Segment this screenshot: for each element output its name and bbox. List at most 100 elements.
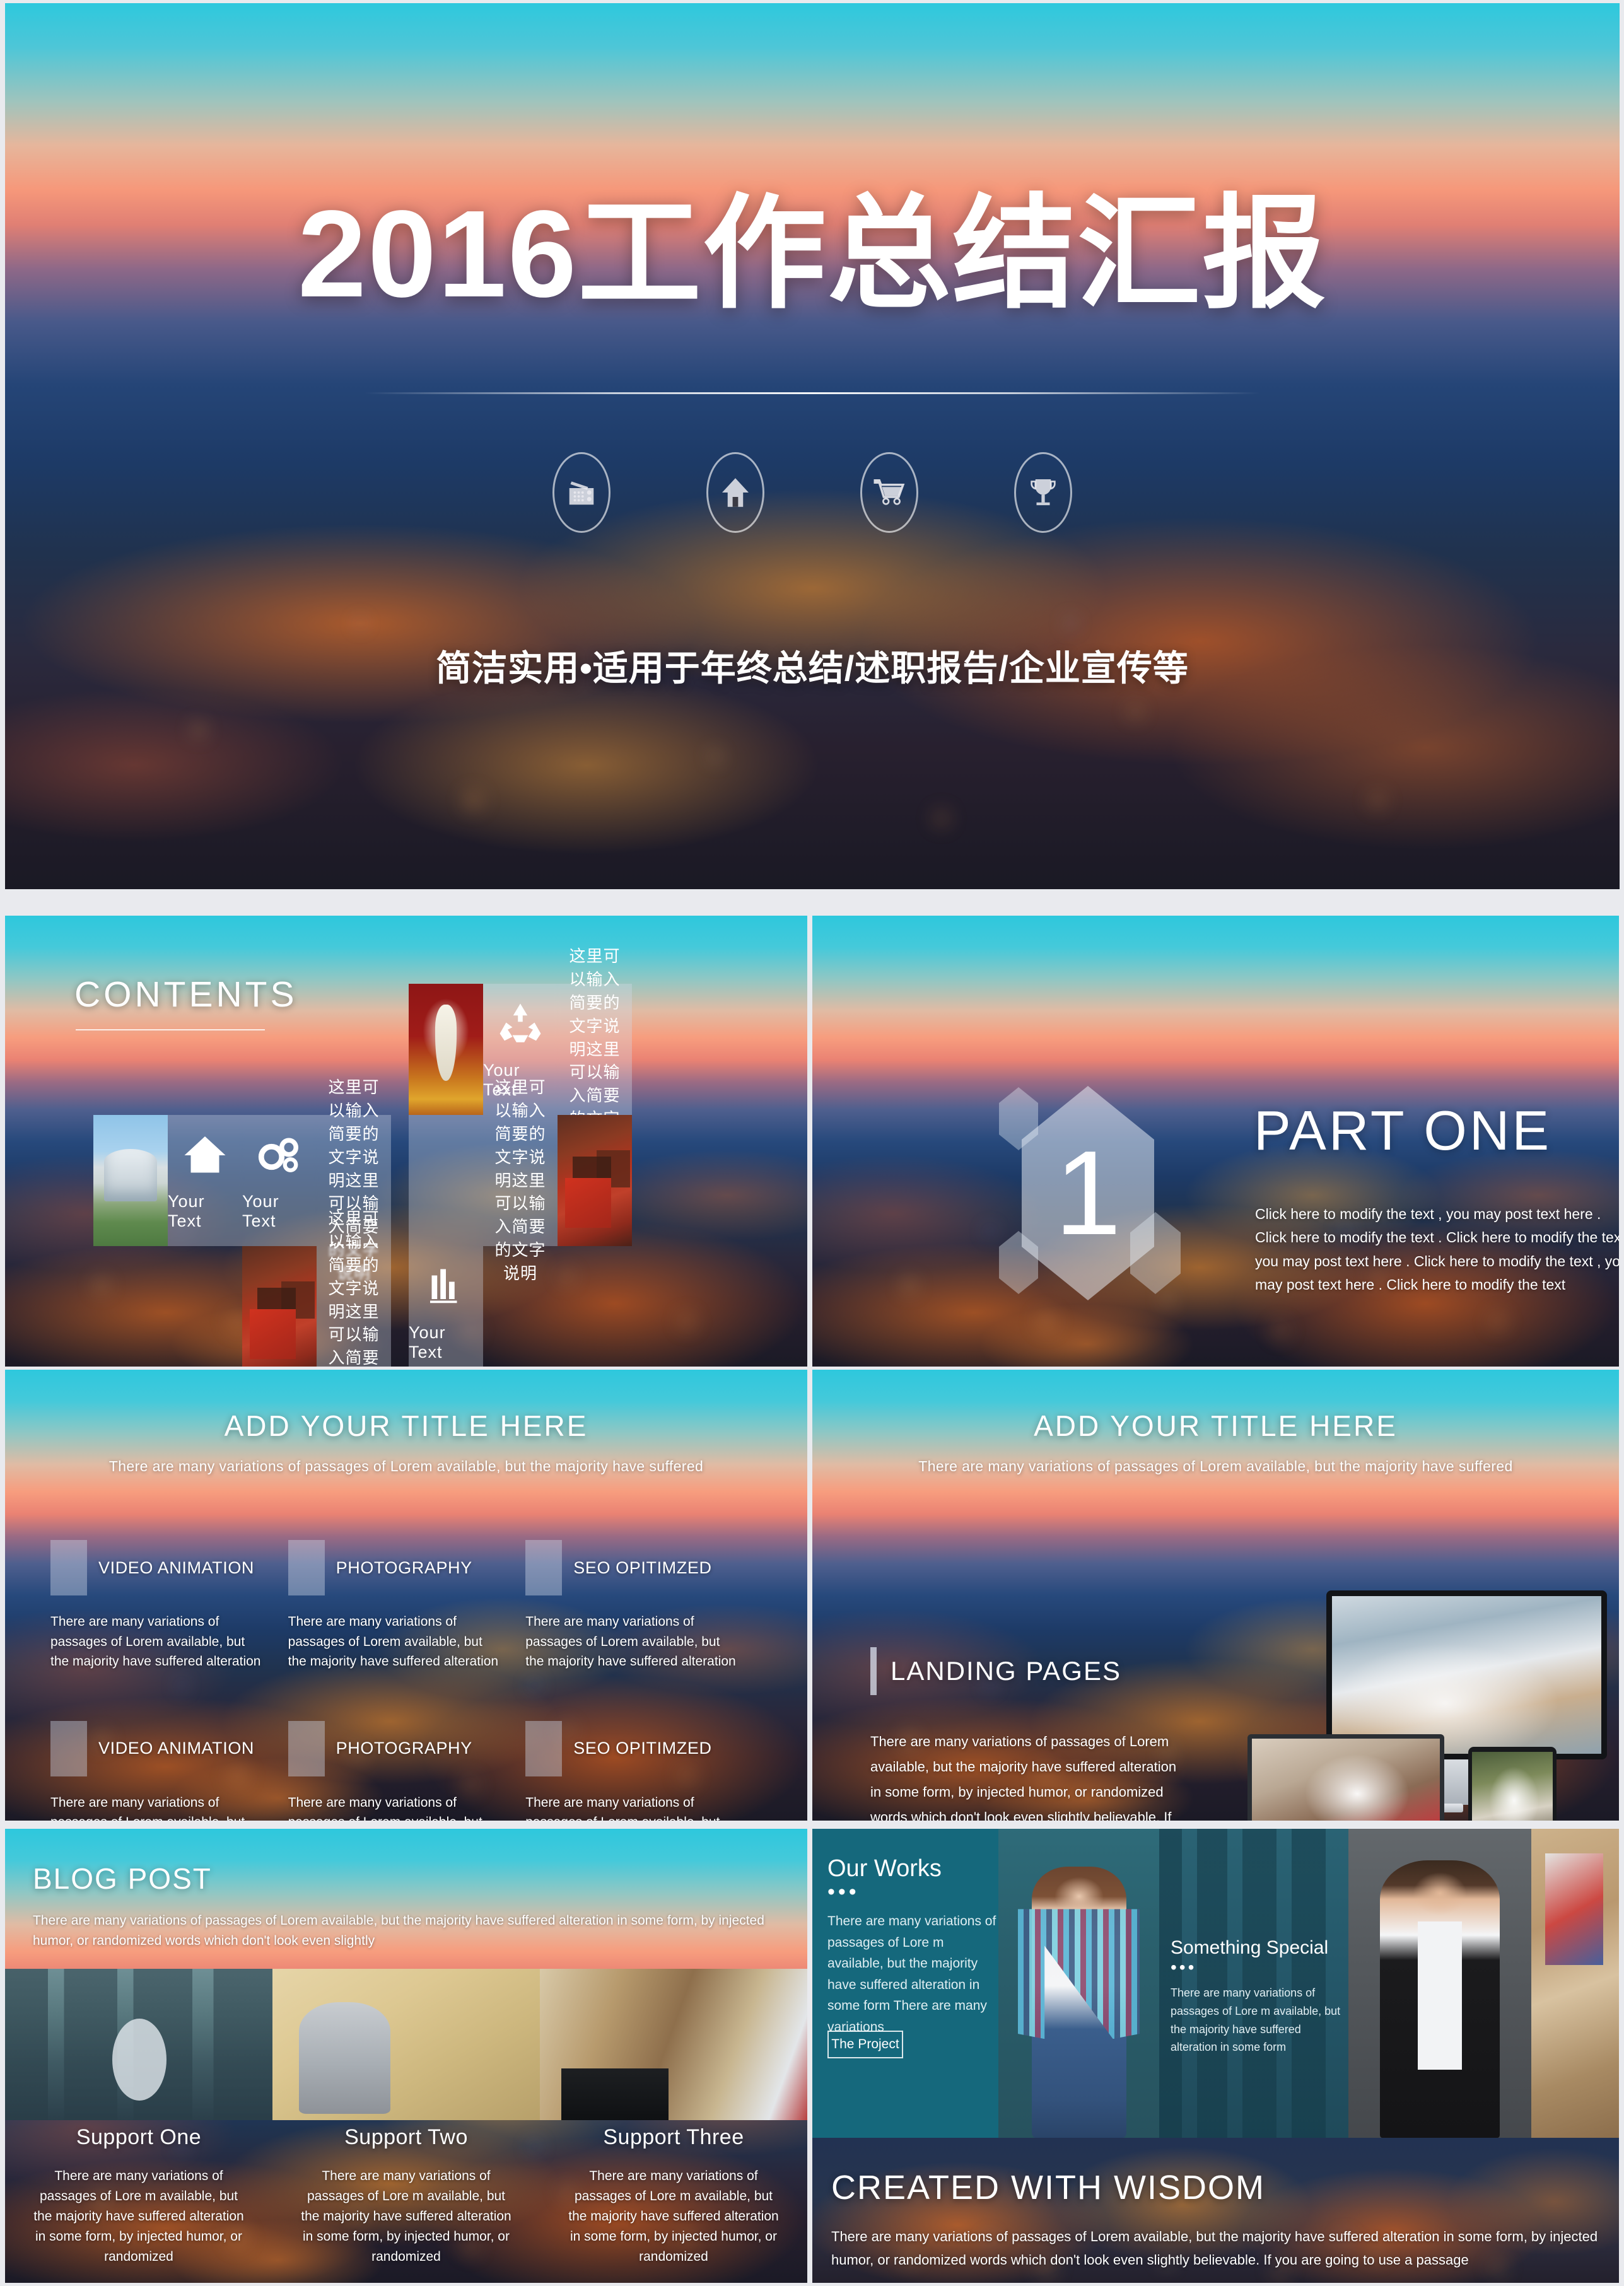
cover-divider: [365, 392, 1260, 394]
blog-subtitle: There are many variations of passages of…: [33, 1913, 764, 1948]
tile-label: Your Text: [168, 1192, 205, 1230]
part-one-body: Click here to modify the text , you may …: [1255, 1206, 1619, 1293]
feature-swatch: [525, 1720, 563, 1776]
tile-label: Your Text: [409, 1323, 446, 1362]
wisdom-body: There are many variations of passages of…: [831, 2229, 1598, 2268]
radio-icon: [552, 452, 610, 533]
blog-card[interactable]: Support Three There are many variations …: [540, 2125, 807, 2267]
tile-icon-gears[interactable]: Your Text: [242, 1115, 317, 1246]
cover-icon-row: [5, 452, 1620, 533]
tile-text-5[interactable]: 这里可以输入简要的文字说明这里可以输入简要的文字说明: [317, 1209, 391, 1367]
feature-desc: There are many variations of passages of…: [525, 1795, 720, 1821]
tile-photo-building[interactable]: [93, 1115, 168, 1246]
feature-name: VIDEO ANIMATION: [98, 1558, 255, 1577]
feature-swatch: [50, 1540, 87, 1595]
guitar-workshop-photo[interactable]: [1531, 1829, 1619, 2138]
tile-text-4[interactable]: 这里可以输入简要的文字说明这里可以输入简要的文字说明: [483, 1078, 558, 1283]
landing-section-header: LANDING PAGES: [870, 1647, 1121, 1695]
feature-item[interactable]: VIDEO ANIMATION There are many variation…: [50, 1720, 288, 1821]
features-subtitle: There are many variations of passages of…: [108, 1458, 704, 1474]
blog-card-title: Support Two: [344, 2125, 468, 2149]
cover-subtitle: 简洁实用•适用于年终总结/述职报告/企业宣传等: [436, 648, 1189, 688]
part-one-slide: 1 PART ONE Click here to modify the text…: [812, 916, 1619, 1367]
tile-label: Your Text: [242, 1192, 279, 1230]
home-icon: [706, 452, 764, 533]
woman-plaid-shirt-photo[interactable]: [998, 1829, 1159, 2138]
blog-card-title: Support One: [76, 2125, 202, 2149]
feature-item[interactable]: SEO OPITIMZED There are many variations …: [525, 1720, 763, 1821]
home-icon: [184, 1136, 226, 1173]
blog-card-body: There are many variations of passages of…: [568, 2169, 779, 2264]
the-project-button[interactable]: The Project: [827, 2031, 903, 2058]
elderly-man-eating-photo[interactable]: [272, 1969, 540, 2120]
works-title: Our Works: [827, 1855, 942, 1882]
man-leather-jacket-photo[interactable]: [1348, 1829, 1531, 2138]
works-text-panel: Our Works ••• There are many variations …: [812, 1829, 998, 2138]
cover-title: 2016工作总结汇报: [297, 185, 1328, 323]
feature-name: VIDEO ANIMATION: [98, 1739, 255, 1758]
feature-desc: There are many variations of passages of…: [50, 1614, 261, 1669]
contents-tile-grid: Your Text 这里可以输入简要的文字说明这里可以输入简要的文字说明 You…: [5, 916, 807, 1367]
blog-card-title: Support Three: [603, 2125, 744, 2149]
our-works-slide: Our Works ••• There are many variations …: [812, 1829, 1619, 2283]
feature-desc: There are many variations of passages of…: [50, 1795, 245, 1821]
blog-card-body: There are many variations of passages of…: [301, 2169, 511, 2264]
laptop-mockup: [1247, 1734, 1444, 1821]
part-one-title: PART ONE: [1254, 1099, 1552, 1162]
hexagon-number-badge: 1: [999, 1086, 1207, 1326]
tile-text: 这里可以输入简要的文字说明这里可以输入简要的文字说明: [328, 1208, 380, 1367]
feature-swatch: [288, 1720, 325, 1776]
blog-card[interactable]: Support One There are many variations of…: [5, 2125, 272, 2267]
city-crowd-photo[interactable]: [5, 1969, 272, 2120]
feature-name: PHOTOGRAPHY: [336, 1558, 472, 1577]
feature-swatch: [50, 1720, 87, 1776]
blog-image-strip: [5, 1969, 807, 2120]
features-title: ADD YOUR TITLE HERE: [224, 1409, 588, 1442]
tile-photo-certs-2[interactable]: [242, 1246, 317, 1367]
feature-desc: There are many variations of passages of…: [288, 1795, 482, 1821]
child-in-library-photo[interactable]: [540, 1969, 807, 2120]
special-dots: •••: [1171, 1957, 1197, 1977]
feature-swatch: [525, 1540, 563, 1595]
tile-icon-home[interactable]: Your Text: [168, 1115, 242, 1246]
tile-text: 这里可以输入简要的文字说明这里可以输入简要的文字说明: [494, 1077, 546, 1283]
tile-text-3[interactable]: [409, 1115, 483, 1246]
feature-desc: There are many variations of passages of…: [525, 1614, 736, 1669]
shopping-cart-icon: [860, 452, 918, 533]
tile-text-1[interactable]: 这里可以输入简要的文字说明这里可以输入简要的文字说明: [558, 947, 632, 1152]
works-dots: •••: [827, 1880, 860, 1904]
feature-swatch: [288, 1540, 325, 1595]
recycle-icon: [499, 1003, 541, 1042]
feature-desc: There are many variations of passages of…: [288, 1614, 499, 1669]
works-body: There are many variations of passages of…: [827, 1914, 996, 2034]
wisdom-title: CREATED WITH WISDOM: [831, 2169, 1265, 2207]
photo-overlay-pill: [112, 2019, 166, 2101]
features-slide: ADD YOUR TITLE HERE There are many varia…: [5, 1370, 807, 1821]
contents-slide: CONTENTS Your Text 这里可以输入简要的文字说明这里可以输入简要…: [5, 916, 807, 1367]
tile-photo-vase[interactable]: [409, 984, 483, 1115]
gears-icon: [258, 1138, 298, 1172]
blog-slide: BLOG POST There are many variations of p…: [5, 1829, 807, 2283]
part-number: 1: [1054, 1126, 1121, 1260]
trophy-icon: [1014, 452, 1072, 533]
landing-accent-bar: [870, 1647, 877, 1695]
landing-slide: ADD YOUR TITLE HERE There are many varia…: [812, 1370, 1619, 1821]
blog-card-row: Support One There are many variations of…: [5, 2125, 807, 2267]
tile-photo-certs[interactable]: [558, 1115, 632, 1246]
feature-name: PHOTOGRAPHY: [336, 1739, 472, 1758]
feature-name: SEO OPITIMZED: [573, 1558, 712, 1577]
tile-icon-chart[interactable]: Your Text: [409, 1246, 483, 1367]
blog-card-body: There are many variations of passages of…: [33, 2169, 244, 2264]
landing-section-title: LANDING PAGES: [891, 1656, 1121, 1686]
tablet-mockup: [1468, 1747, 1557, 1821]
feature-item[interactable]: PHOTOGRAPHY There are many variations of…: [288, 1720, 526, 1821]
feature-item[interactable]: VIDEO ANIMATION There are many variation…: [50, 1540, 288, 1672]
landing-title: ADD YOUR TITLE HERE: [1034, 1409, 1398, 1442]
bar-chart-icon: [430, 1269, 457, 1303]
special-title: Something Special: [1171, 1937, 1329, 1958]
feature-item[interactable]: SEO OPITIMZED There are many variations …: [525, 1540, 763, 1672]
blog-card[interactable]: Support Two There are many variations of…: [272, 2125, 540, 2267]
feature-item[interactable]: PHOTOGRAPHY There are many variations of…: [288, 1540, 526, 1672]
wisdom-band: CREATED WITH WISDOM There are many varia…: [812, 2138, 1619, 2283]
city-skyline-photo[interactable]: Something Special ••• There are many var…: [1159, 1829, 1348, 2138]
